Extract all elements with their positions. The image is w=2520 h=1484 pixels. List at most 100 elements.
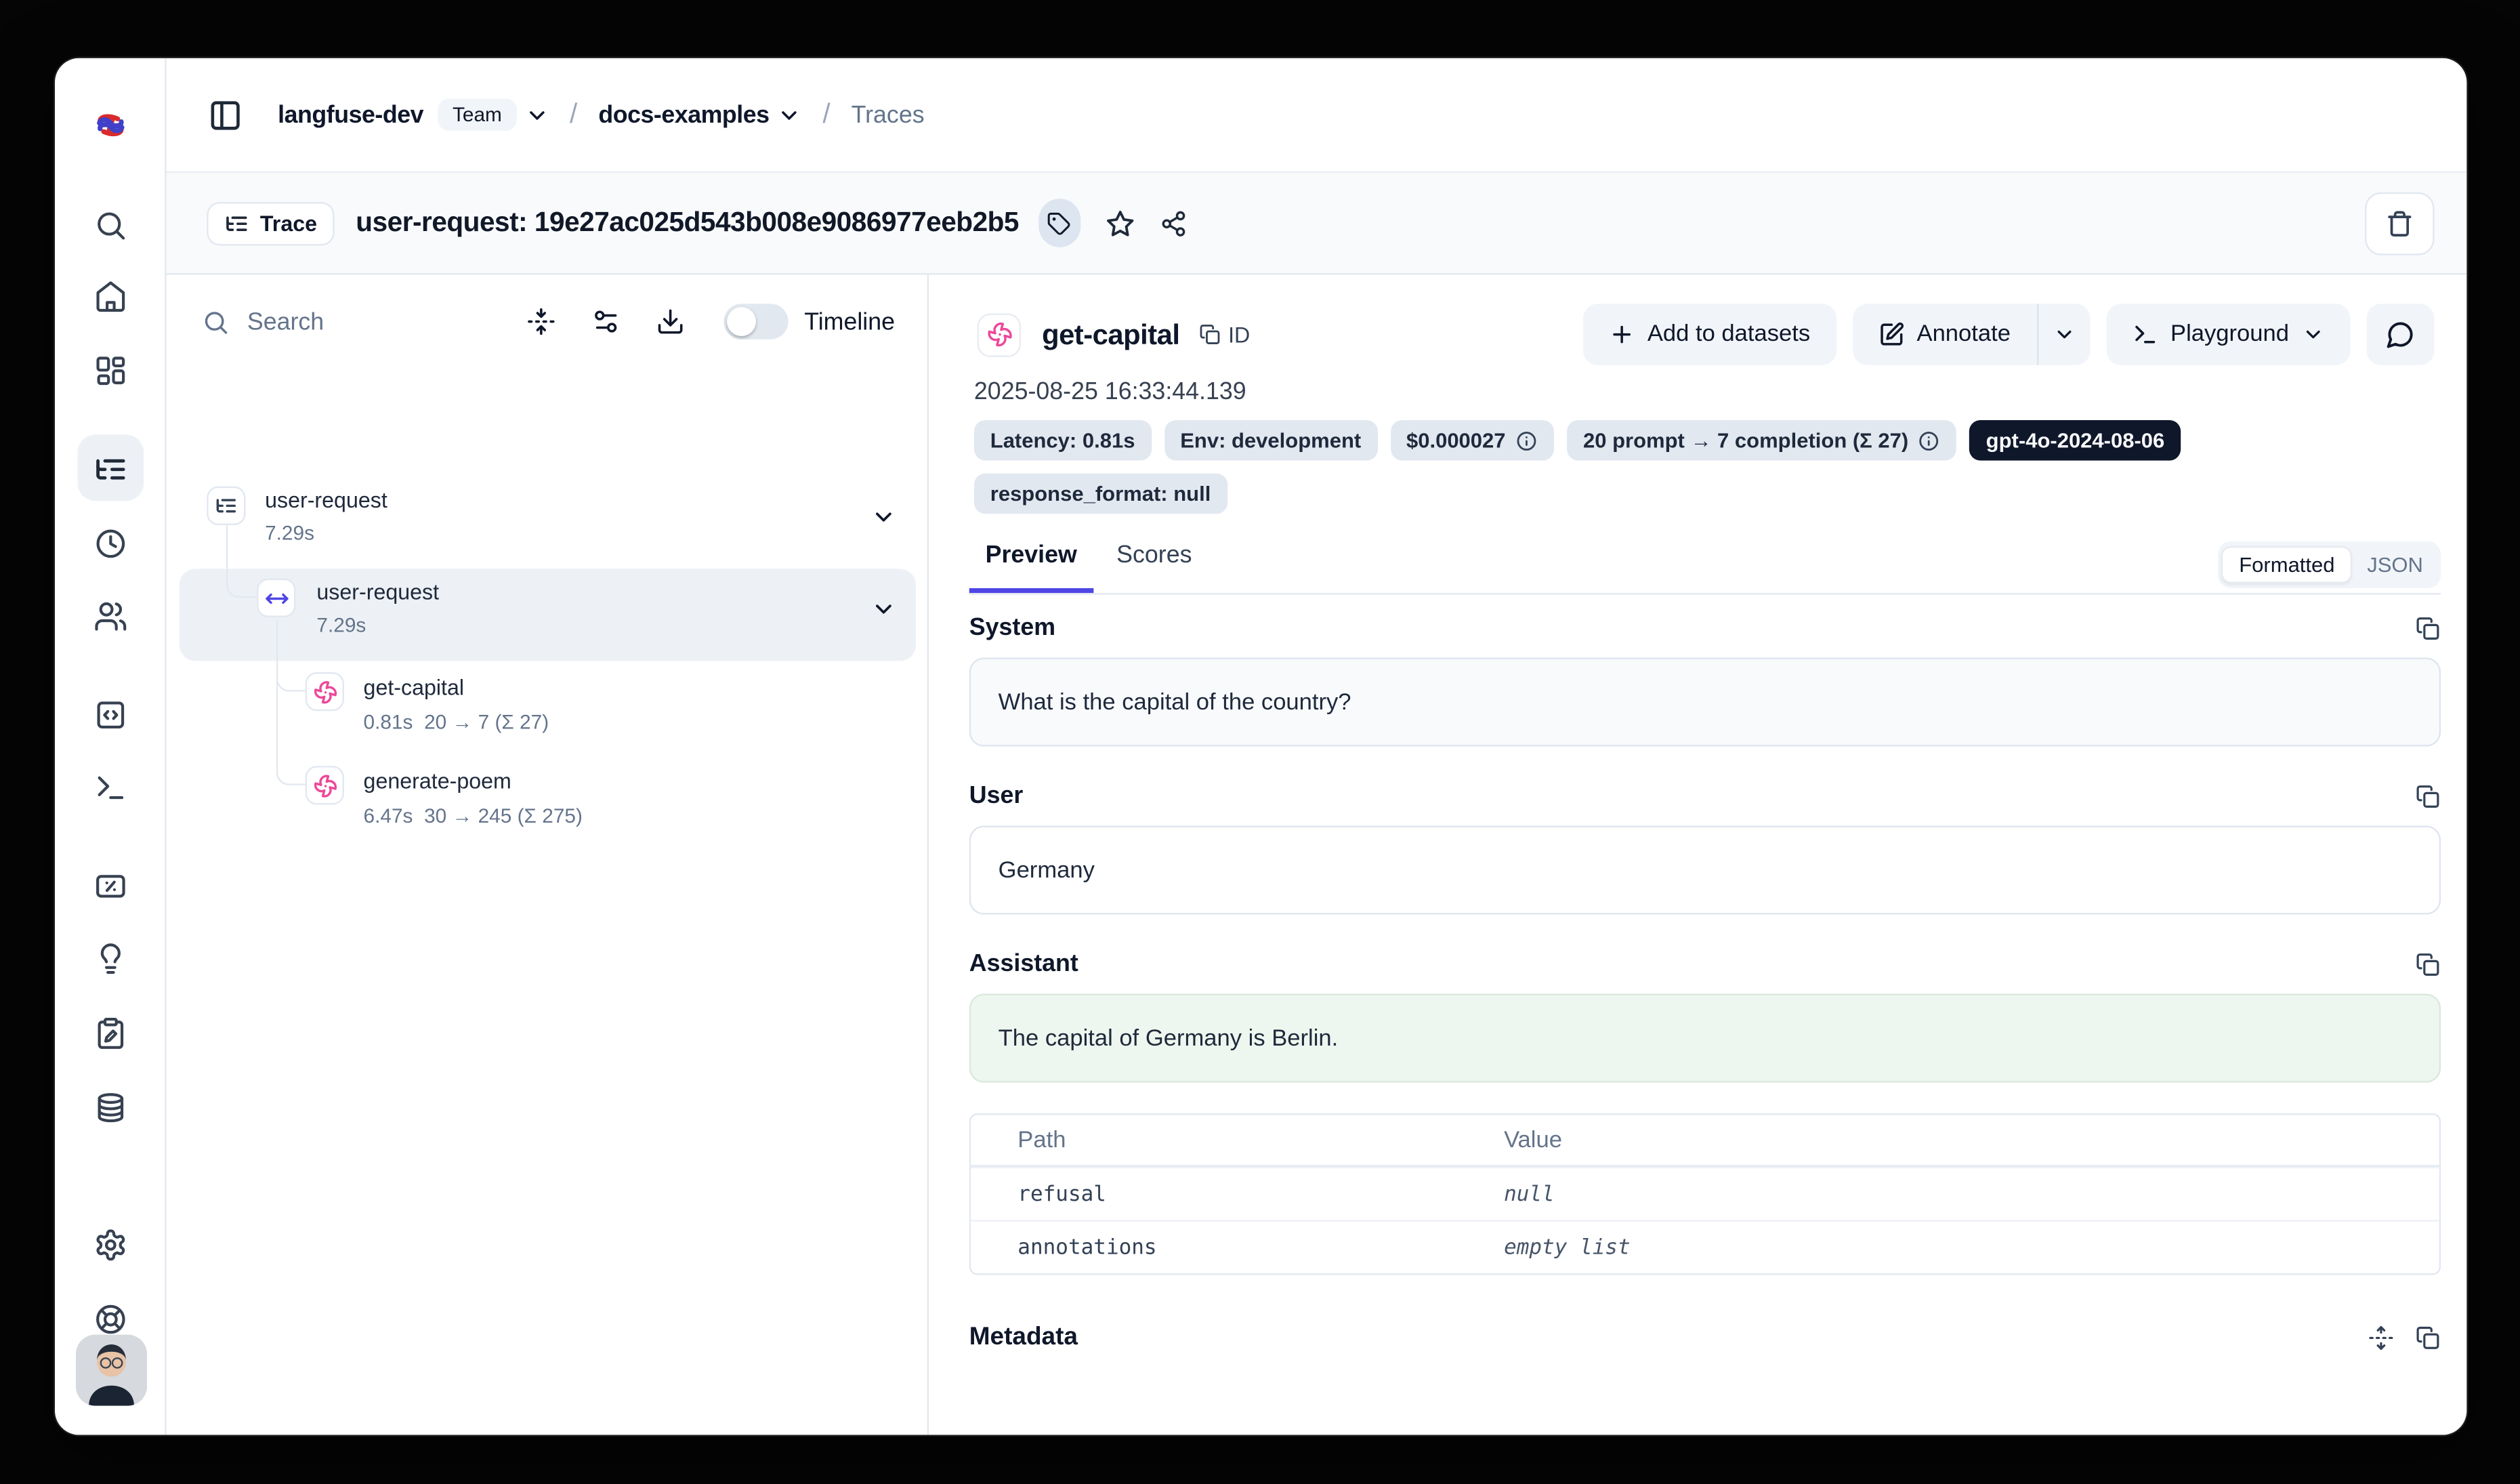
table-row: refusal null [971,1167,2439,1220]
sidebar-item-prompts[interactable] [93,698,127,732]
format-formatted-option[interactable]: Formatted [2221,546,2353,583]
copy-icon[interactable] [2415,951,2441,976]
user-section-header: User [969,782,2441,810]
playground-button[interactable]: Playground [2106,304,2351,365]
panel-toggle-icon[interactable] [209,98,243,131]
table-header-row: Path Value [971,1115,2439,1166]
breadcrumb-page[interactable]: Traces [852,101,925,129]
annotate-button[interactable]: Annotate [1852,304,2090,365]
trace-title: user-request: 19e27ac025d543b008e9086977… [356,207,1019,239]
sidebar-item-users[interactable] [93,600,127,634]
app-window: langfuse-dev Team / docs-examples / Trac… [55,58,2466,1435]
assistant-message-box: The capital of Germany is Berlin. [969,994,2441,1083]
user-label: User [969,782,1024,810]
sidebar-item-search[interactable] [93,209,127,243]
annotate-dropdown-chevron[interactable] [2038,304,2090,365]
badge-row: Latency: 0.81s Env: development $0.00002… [974,420,2441,514]
sidebar-item-sessions[interactable] [93,527,127,560]
format-json-option[interactable]: JSON [2353,548,2438,581]
collapse-all-icon[interactable] [526,307,555,336]
env-badge: Env: development [1164,420,1377,461]
assistant-section-header: Assistant [969,950,2441,978]
detail-header: get-capital ID Add to datasets Annotate [978,302,2435,367]
sidebar-item-settings[interactable] [93,1228,127,1262]
copy-icon[interactable] [2415,783,2441,808]
bookmark-star-icon[interactable] [1104,207,1135,238]
breadcrumb-project[interactable]: langfuse-dev [278,101,423,129]
observation-tree: user-request 7.29s user-request 7.29s [167,369,927,1435]
sidebar-item-playground[interactable] [93,770,127,804]
copy-icon[interactable] [2415,1325,2441,1351]
metadata-section-header: Metadata [969,1323,2441,1353]
observation-detail-panel: get-capital ID Add to datasets Annotate [929,274,2466,1435]
screen: langfuse-dev Team / docs-examples / Trac… [0,0,2520,1484]
assistant-label: Assistant [969,950,1078,978]
cost-badge: $0.000027 [1390,420,1554,461]
sidebar-item-annotation[interactable] [93,1016,127,1050]
chevron-down-icon[interactable] [524,102,549,127]
path-column-header: Path [1017,1127,1504,1153]
tree-connector [276,621,305,692]
breadcrumb-separator: / [822,98,830,131]
delete-trace-button[interactable] [2365,192,2435,255]
langfuse-logo-icon [93,108,127,142]
expand-icon[interactable] [2368,1325,2394,1351]
trace-header-row: Trace user-request: 19e27ac025d543b008e9… [167,173,2467,274]
copy-icon[interactable] [2415,615,2441,640]
observation-title: get-capital [1042,318,1179,352]
table-row: annotations empty list [971,1220,2439,1273]
tags-button[interactable] [1038,199,1080,247]
sidebar-item-scores[interactable] [93,869,127,903]
user-avatar[interactable] [76,1335,147,1406]
response-format-badge: response_format: null [974,474,1227,514]
system-message-box: What is the capital of the country? [969,658,2441,747]
share-icon[interactable] [1159,209,1187,237]
team-badge[interactable]: Team [438,98,517,131]
sidebar-item-datasets[interactable] [93,1091,127,1125]
chevron-down-icon[interactable] [778,102,802,127]
sidebar-item-dashboard[interactable] [93,354,127,388]
preview-content: System What is the capital of the countr… [969,595,2441,1435]
nav-rail [55,58,167,1435]
system-label: System [969,614,1055,642]
info-icon[interactable] [1918,429,1941,451]
trace-type-badge: Trace [207,201,335,245]
timeline-toggle-label: Timeline [804,308,895,335]
add-to-datasets-button[interactable]: Add to datasets [1582,304,1836,365]
search-icon [202,308,230,335]
search-input[interactable] [247,308,422,335]
detail-tabs: Preview Scores Formatted JSON [969,541,2441,595]
value-column-header: Value [1504,1127,1562,1153]
generation-icon [978,312,1021,356]
topbar: langfuse-dev Team / docs-examples / Trac… [167,58,2467,173]
user-message-box: Germany [969,826,2441,915]
tokens-badge: 20 prompt → 7 completion (Σ 27) [1567,420,1957,461]
sidebar-item-support[interactable] [93,1302,127,1336]
timeline-toggle[interactable] [723,304,788,339]
sidebar-item-home[interactable] [93,280,127,314]
chevron-down-icon[interactable] [870,504,896,530]
sidebar-item-evaluation[interactable] [93,942,127,976]
output-fields-table: Path Value refusal null annotations empt… [969,1113,2441,1275]
tree-toolbar: Timeline [167,274,927,355]
sidebar-item-tracing[interactable] [93,453,127,487]
tab-scores[interactable]: Scores [1100,541,1208,588]
view-settings-icon[interactable] [591,307,620,336]
tab-preview[interactable]: Preview [969,541,1093,593]
model-badge[interactable]: gpt-4o-2024-08-06 [1970,420,2181,461]
info-icon[interactable] [1515,429,1538,451]
breadcrumb-separator: / [570,98,577,131]
system-section-header: System [969,614,2441,642]
chevron-down-icon[interactable] [870,596,896,622]
latency-badge: Latency: 0.81s [974,420,1151,461]
comments-button[interactable] [2366,304,2434,365]
download-icon[interactable] [656,307,685,336]
metadata-label: Metadata [969,1323,1078,1353]
copy-id-button[interactable]: ID [1199,323,1250,347]
tree-connector [226,525,256,598]
trace-badge-label: Trace [260,211,317,235]
detail-actions: Add to datasets Annotate Playground [1582,304,2434,365]
breadcrumb-environment[interactable]: docs-examples [598,101,769,129]
observation-timestamp: 2025-08-25 16:33:44.139 [974,378,1246,406]
format-toggle: Formatted JSON [2218,541,2441,588]
